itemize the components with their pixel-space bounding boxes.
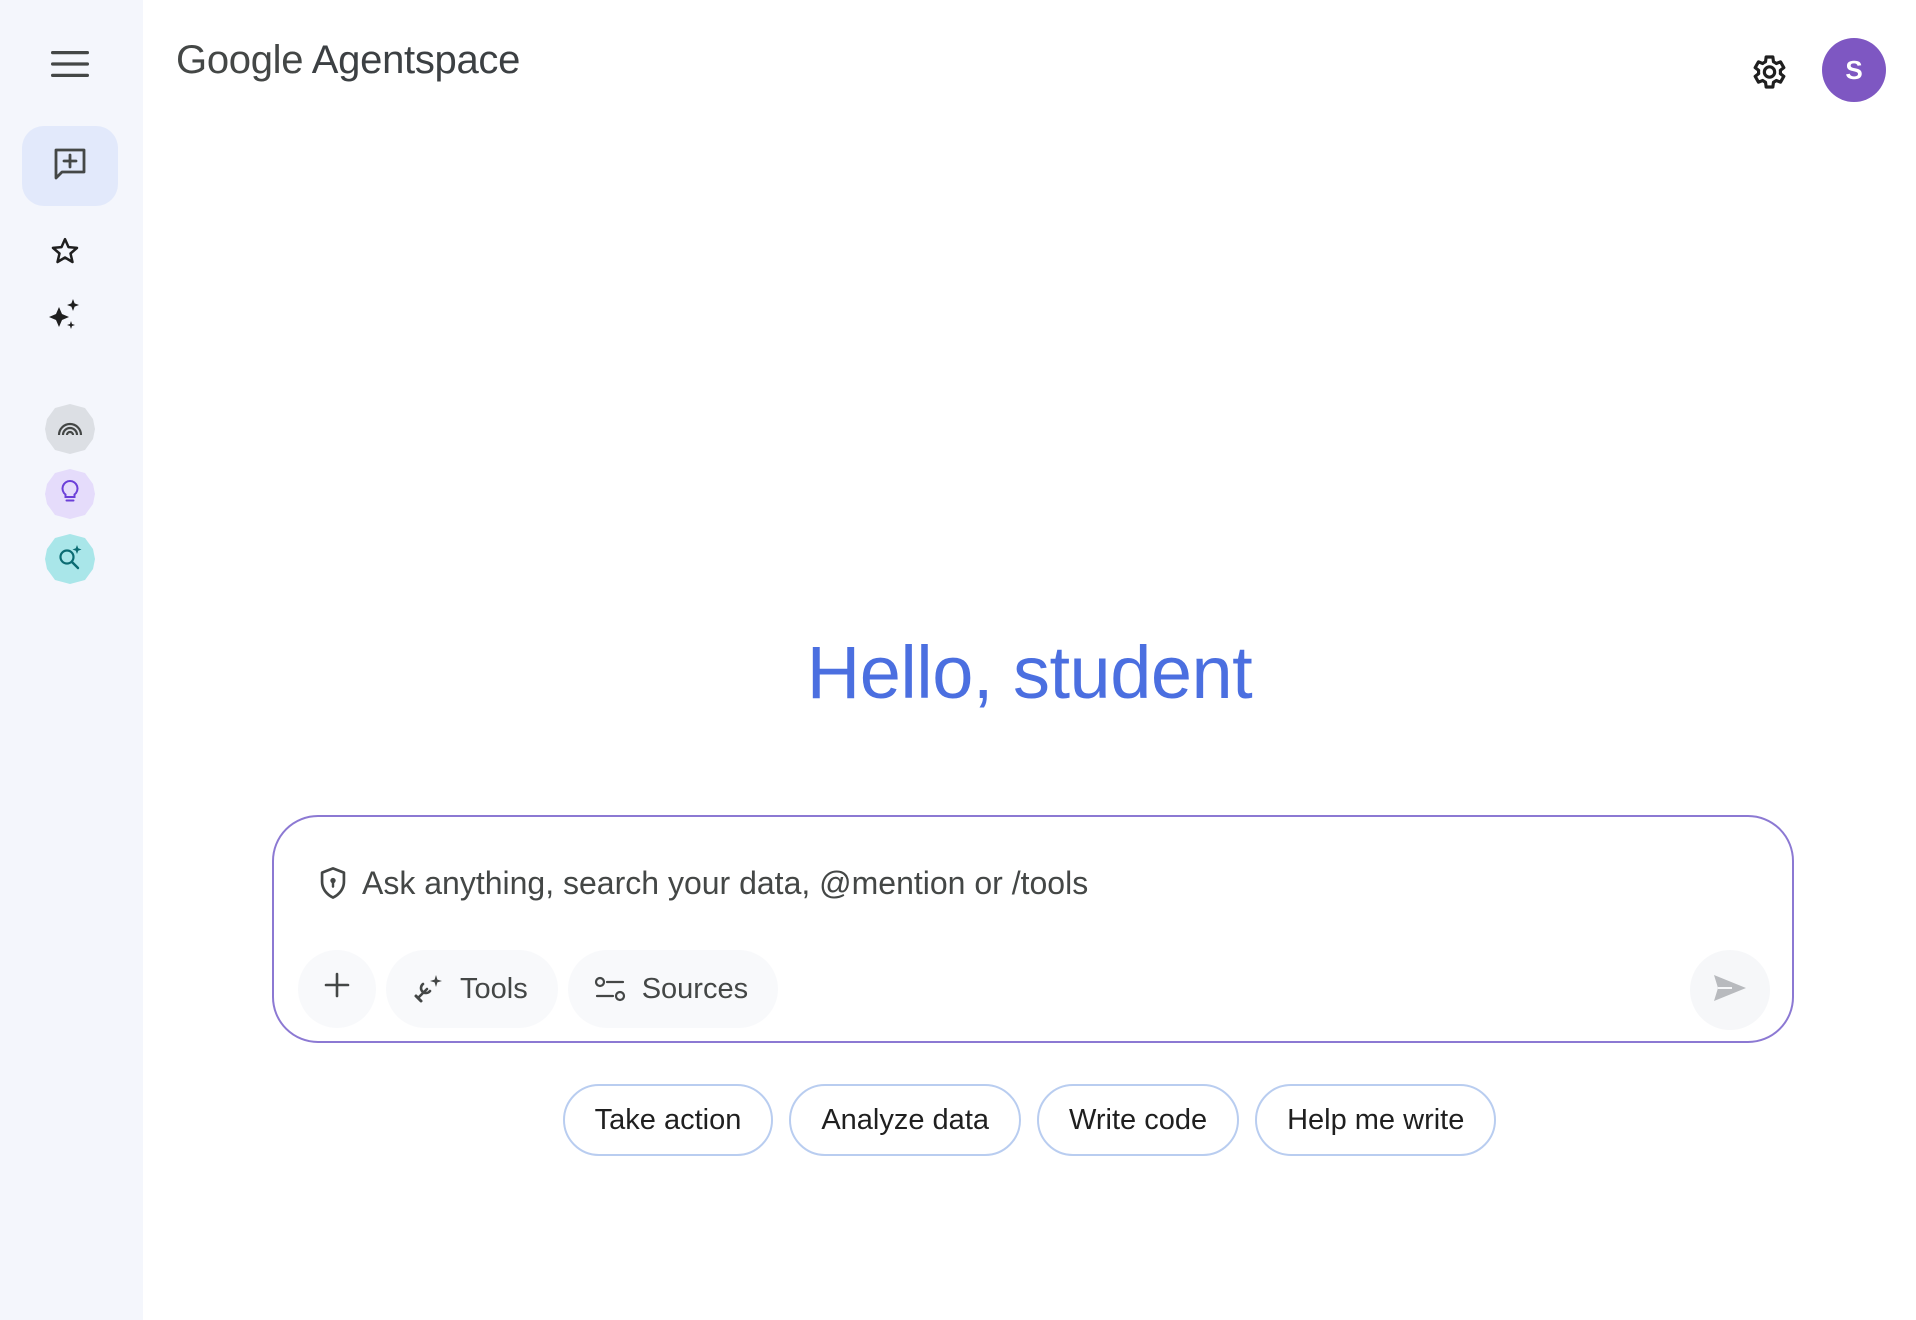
prompt-input[interactable]	[362, 864, 1752, 902]
composer-toolbar: Tools Sources	[298, 950, 788, 1028]
chip-take-action[interactable]: Take action	[562, 1084, 774, 1156]
chip-write-code[interactable]: Write code	[1037, 1084, 1240, 1156]
send-button[interactable]	[1690, 950, 1770, 1030]
prompt-row	[318, 863, 1752, 903]
shield-icon	[318, 866, 352, 900]
greeting-title: Hello, student	[806, 631, 1253, 714]
sources-toggle-icon	[594, 976, 626, 1002]
settings-button[interactable]	[1742, 48, 1794, 100]
sparkle-icon	[47, 297, 83, 338]
main-menu-button[interactable]	[40, 40, 100, 92]
agent-rainbow-icon	[57, 417, 83, 442]
tools-button[interactable]: Tools	[386, 950, 558, 1028]
prompt-composer: Tools Sources	[272, 815, 1794, 1043]
sources-label: Sources	[641, 972, 749, 1005]
favorites-button[interactable]	[44, 232, 86, 274]
avatar-initial: S	[1845, 54, 1863, 85]
star-icon	[50, 236, 80, 271]
menu-icon	[51, 50, 89, 82]
agents-gallery-button[interactable]	[44, 296, 86, 338]
app-logo: Google Agentspace	[176, 38, 520, 83]
side-rail	[0, 0, 143, 1320]
suggestion-chips: Take action Analyze data Write code Help…	[143, 1084, 1916, 1156]
lightbulb-icon	[59, 479, 81, 510]
chip-analyze-data[interactable]: Analyze data	[789, 1084, 1021, 1156]
agent-idea-button[interactable]	[45, 469, 95, 519]
agent-rainbow-button[interactable]	[45, 404, 95, 454]
wrench-sparkle-icon	[412, 973, 444, 1005]
chip-help-me-write[interactable]: Help me write	[1255, 1084, 1497, 1156]
new-chat-button[interactable]	[22, 126, 118, 206]
research-sparkle-icon	[57, 544, 83, 575]
agent-research-button[interactable]	[45, 534, 95, 584]
new-chat-icon	[52, 146, 88, 187]
brand-google: Google	[176, 38, 304, 82]
send-icon	[1712, 973, 1748, 1008]
gear-icon	[1748, 52, 1788, 97]
plus-icon	[322, 970, 352, 1008]
add-attachment-button[interactable]	[298, 950, 376, 1028]
sources-button[interactable]: Sources	[567, 950, 779, 1028]
account-avatar[interactable]: S	[1822, 38, 1886, 102]
brand-product: Agentspace	[311, 38, 521, 82]
tools-label: Tools	[460, 972, 528, 1005]
